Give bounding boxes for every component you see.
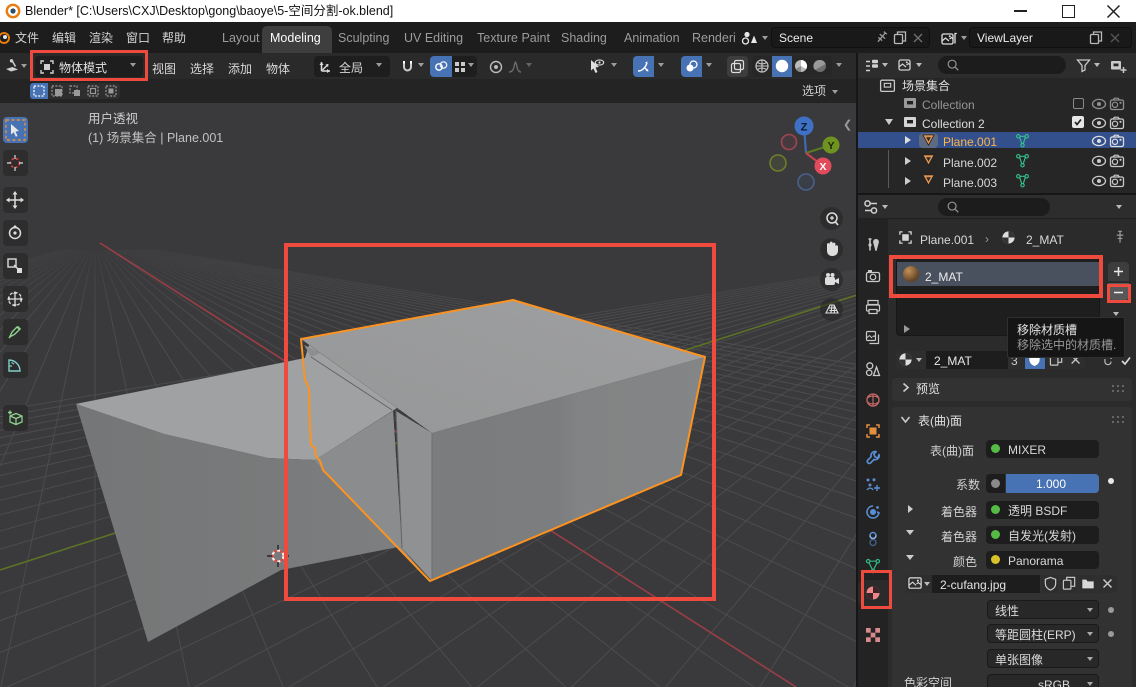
svg-text:Z: Z <box>801 122 808 134</box>
svg-text:X: X <box>819 161 826 173</box>
svg-text:Y: Y <box>827 140 834 152</box>
